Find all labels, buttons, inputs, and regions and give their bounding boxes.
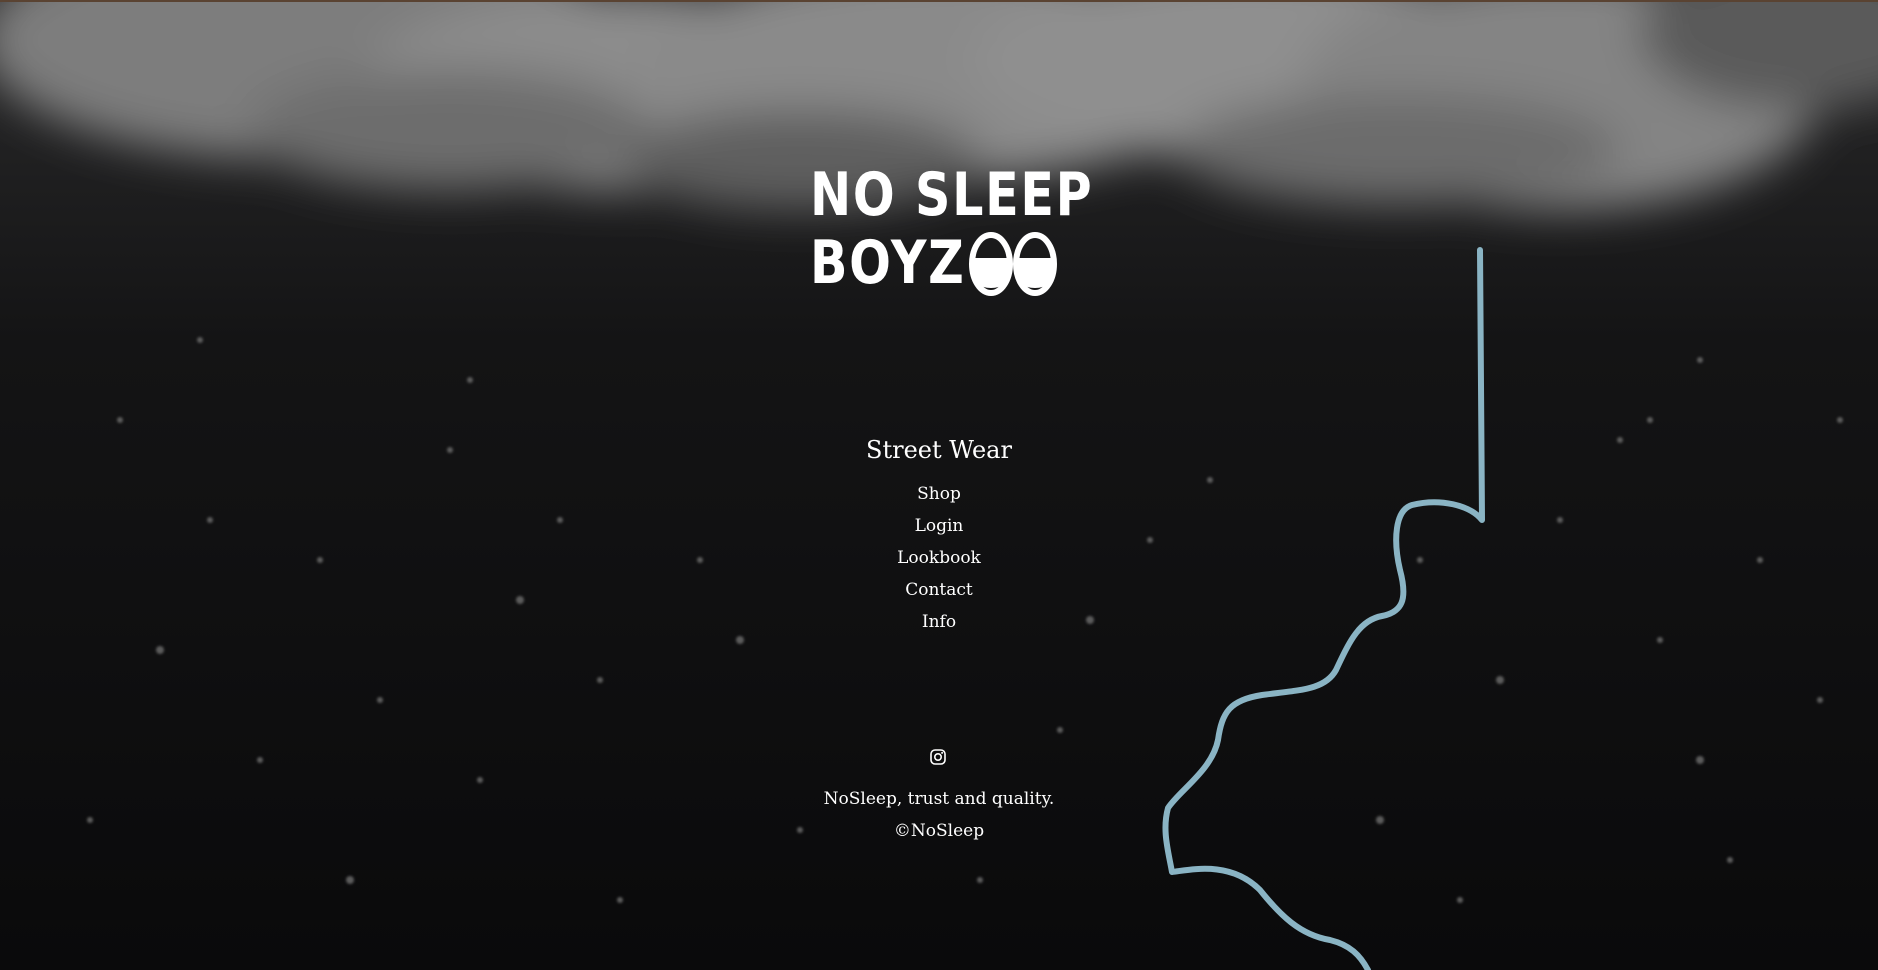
logo-line-2: BOYZ — [810, 228, 966, 298]
instagram-link[interactable] — [929, 748, 947, 766]
menu-item-info[interactable]: Info — [0, 606, 1878, 638]
footer-tagline: NoSleep, trust and quality. — [823, 789, 1055, 809]
footer: NoSleep, trust and quality. ©NoSleep — [0, 783, 1878, 847]
main-menu: Street Wear Shop Login Lookbook Contact … — [0, 428, 1878, 638]
menu-item-login[interactable]: Login — [0, 510, 1878, 542]
menu-heading: Street Wear — [866, 436, 1012, 464]
logo-line-1: NO SLEEP — [810, 160, 1094, 230]
menu-item-shop[interactable]: Shop — [0, 478, 1878, 510]
instagram-icon — [930, 749, 946, 765]
menu-item-contact[interactable]: Contact — [0, 574, 1878, 606]
top-border — [0, 0, 1878, 2]
menu-item-lookbook[interactable]: Lookbook — [0, 542, 1878, 574]
site-logo[interactable]: NO SLEEP BOYZ — [810, 165, 1092, 300]
sleepy-eyes-icon — [969, 232, 1057, 296]
footer-copyright: ©NoSleep — [893, 821, 985, 841]
